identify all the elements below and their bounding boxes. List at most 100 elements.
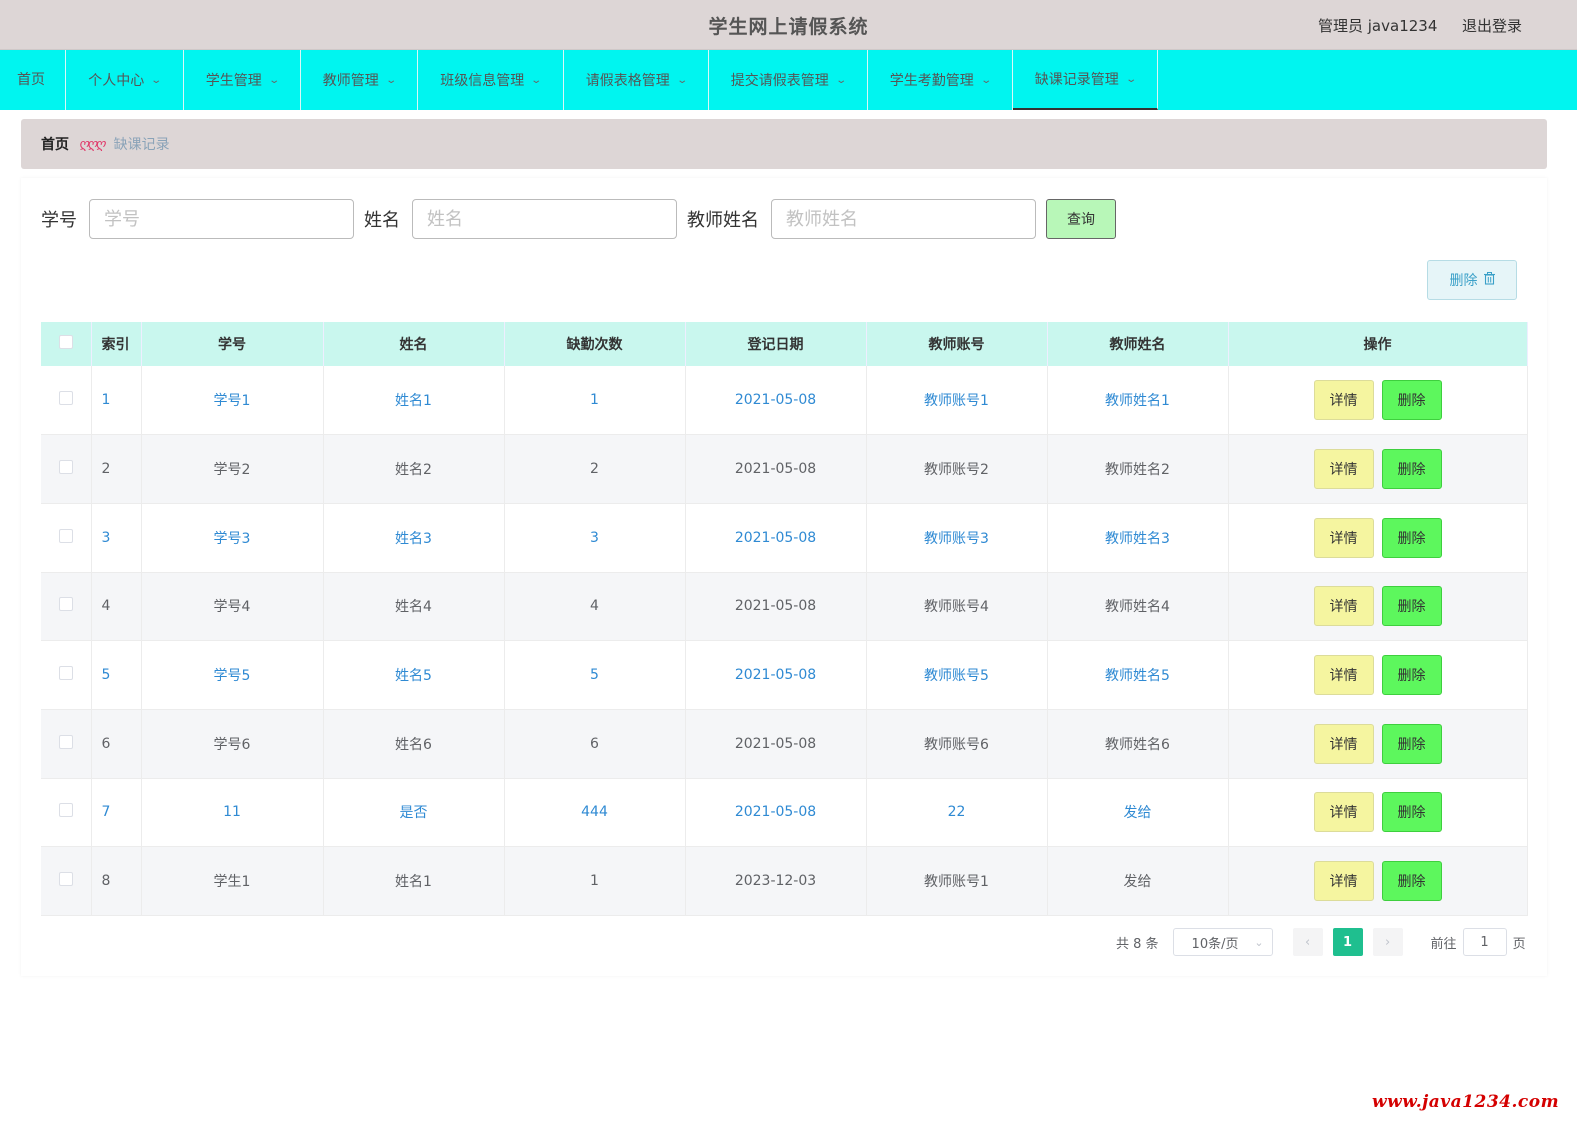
top-header: 学生网上请假系统 管理员 java1234 退出登录 — [0, 0, 1577, 50]
index-cell: 5 — [91, 640, 142, 710]
name-cell: 姓名2 — [323, 434, 505, 504]
table-row[interactable]: 6 学号6 姓名6 6 2021-05-08 教师账号6 教师姓名6 详情 删除 — [41, 709, 1528, 779]
actions-cell: 详情 删除 — [1228, 366, 1528, 436]
row-checkbox[interactable] — [58, 803, 73, 818]
delete-button[interactable]: 删除 — [1381, 449, 1442, 490]
breadcrumb-home[interactable]: 首页 — [41, 134, 69, 154]
chevron-down-icon: ⌄ — [676, 74, 688, 86]
teacher-account-cell: 教师账号3 — [866, 503, 1048, 573]
table-row[interactable]: 4 学号4 姓名4 4 2021-05-08 教师账号4 教师姓名4 详情 删除 — [41, 572, 1528, 642]
table-row[interactable]: 8 学生1 姓名1 1 2023-12-03 教师账号1 发给 详情 删除 — [41, 846, 1528, 916]
column-header: 登记日期 — [685, 322, 867, 366]
name-cell: 是否 — [323, 778, 505, 848]
delete-button[interactable]: 删除 — [1381, 517, 1442, 558]
column-header: 学号 — [141, 322, 324, 366]
actions-cell: 详情 删除 — [1228, 778, 1528, 848]
teacher-name-cell: 教师姓名1 — [1047, 366, 1229, 436]
row-select-cell — [41, 503, 92, 573]
row-select-cell — [41, 846, 92, 916]
delete-button[interactable]: 删除 — [1381, 861, 1442, 902]
teacher-name-label: 教师姓名 — [687, 210, 759, 231]
nav-item-leave-forms[interactable]: 请假表格管理 ⌄ — [564, 50, 709, 110]
chevron-left-icon: ‹ — [1304, 934, 1311, 950]
table-row[interactable]: 3 学号3 姓名3 3 2021-05-08 教师账号3 教师姓名3 详情 删除 — [41, 503, 1528, 573]
select-all-checkbox[interactable] — [58, 335, 73, 349]
row-checkbox[interactable] — [58, 734, 73, 749]
row-select-cell — [41, 434, 92, 504]
nav-item-label: 缺课记录管理 — [1034, 72, 1119, 88]
trash-icon — [1483, 272, 1495, 288]
detail-button[interactable]: 详情 — [1313, 380, 1374, 421]
student-no-cell: 学号1 — [141, 366, 324, 436]
detail-button[interactable]: 详情 — [1313, 861, 1374, 902]
row-checkbox[interactable] — [58, 872, 73, 887]
register-date-cell: 2021-05-08 — [685, 778, 867, 848]
nav-item-attendance[interactable]: 学生考勤管理 ⌄ — [868, 50, 1013, 110]
teacher-name-cell: 教师姓名5 — [1047, 640, 1229, 710]
delete-button[interactable]: 删除 — [1381, 792, 1442, 833]
row-select-cell — [41, 709, 92, 779]
teacher-name-input[interactable] — [771, 199, 1036, 239]
content-card: 学号 姓名 教师姓名 查询 删除 索引 学号 姓名 缺勤次数 登记日期 教师账号 — [21, 178, 1547, 976]
breadcrumb-current: 缺课记录 — [113, 137, 170, 153]
nav-item-label: 个人中心 — [88, 73, 145, 89]
detail-button[interactable]: 详情 — [1313, 655, 1374, 696]
next-page-button[interactable]: › — [1372, 928, 1403, 956]
chevron-right-icon: › — [1384, 934, 1391, 950]
nav-item-home[interactable]: 首页 — [0, 50, 66, 110]
nav-item-submit-leave[interactable]: 提交请假表管理 ⌄ — [709, 50, 868, 110]
page-number-button[interactable]: 1 — [1332, 928, 1363, 956]
batch-delete-button[interactable]: 删除 — [1427, 260, 1517, 300]
table-row[interactable]: 1 学号1 姓名1 1 2021-05-08 教师账号1 教师姓名1 详情 删除 — [41, 366, 1528, 436]
absence-count-cell: 5 — [504, 640, 686, 710]
row-select-cell — [41, 366, 92, 436]
detail-button[interactable]: 详情 — [1313, 449, 1374, 490]
delete-button[interactable]: 删除 — [1381, 723, 1442, 764]
student-no-input[interactable] — [89, 199, 354, 239]
nav-item-absence-records[interactable]: 缺课记录管理 ⌄ — [1013, 50, 1158, 110]
delete-button[interactable]: 删除 — [1381, 586, 1442, 627]
table-row[interactable]: 2 学号2 姓名2 2 2021-05-08 教师账号2 教师姓名2 详情 删除 — [41, 434, 1528, 504]
name-input[interactable] — [412, 199, 677, 239]
teacher-account-cell: 22 — [866, 778, 1048, 848]
row-checkbox[interactable] — [58, 597, 73, 612]
goto-page-input[interactable] — [1462, 928, 1507, 956]
prev-page-button[interactable]: ‹ — [1292, 928, 1323, 956]
teacher-account-cell: 教师账号1 — [866, 846, 1048, 916]
column-header: 教师姓名 — [1047, 322, 1229, 366]
nav-item-students[interactable]: 学生管理 ⌄ — [184, 50, 301, 110]
detail-button[interactable]: 详情 — [1313, 517, 1374, 558]
page-size-select[interactable]: 10条/页 ⌄ — [1172, 928, 1273, 956]
chevron-down-icon: ⌄ — [268, 74, 280, 86]
nav-item-profile[interactable]: 个人中心 ⌄ — [66, 50, 184, 110]
delete-button[interactable]: 删除 — [1381, 380, 1442, 421]
nav-item-classes[interactable]: 班级信息管理 ⌄ — [418, 50, 564, 110]
logout-link[interactable]: 退出登录 — [1462, 15, 1522, 36]
absence-count-cell: 2 — [504, 434, 686, 504]
row-checkbox[interactable] — [58, 391, 73, 406]
teacher-name-cell: 发给 — [1047, 846, 1229, 916]
detail-button[interactable]: 详情 — [1313, 723, 1374, 764]
teacher-name-cell: 教师姓名2 — [1047, 434, 1229, 504]
nav-item-teachers[interactable]: 教师管理 ⌄ — [301, 50, 418, 110]
row-checkbox[interactable] — [58, 460, 73, 475]
row-checkbox[interactable] — [58, 666, 73, 681]
student-no-cell: 学号5 — [141, 640, 324, 710]
register-date-cell: 2021-05-08 — [685, 434, 867, 504]
detail-button[interactable]: 详情 — [1313, 792, 1374, 833]
teacher-account-cell: 教师账号5 — [866, 640, 1048, 710]
table-row[interactable]: 5 学号5 姓名5 5 2021-05-08 教师账号5 教师姓名5 详情 删除 — [41, 640, 1528, 710]
name-label: 姓名 — [364, 210, 400, 231]
nav-item-label: 班级信息管理 — [440, 73, 525, 89]
query-button[interactable]: 查询 — [1046, 199, 1116, 239]
select-all-cell — [41, 322, 92, 366]
chevron-down-icon: ⌄ — [1254, 935, 1264, 949]
row-checkbox[interactable] — [58, 528, 73, 543]
detail-button[interactable]: 详情 — [1313, 586, 1374, 627]
column-header: 索引 — [91, 322, 142, 366]
delete-button[interactable]: 删除 — [1381, 655, 1442, 696]
absence-count-cell: 1 — [504, 366, 686, 436]
teacher-name-cell: 教师姓名4 — [1047, 572, 1229, 642]
table-row[interactable]: 7 11 是否 444 2021-05-08 22 发给 详情 删除 — [41, 778, 1528, 848]
absence-count-cell: 6 — [504, 709, 686, 779]
